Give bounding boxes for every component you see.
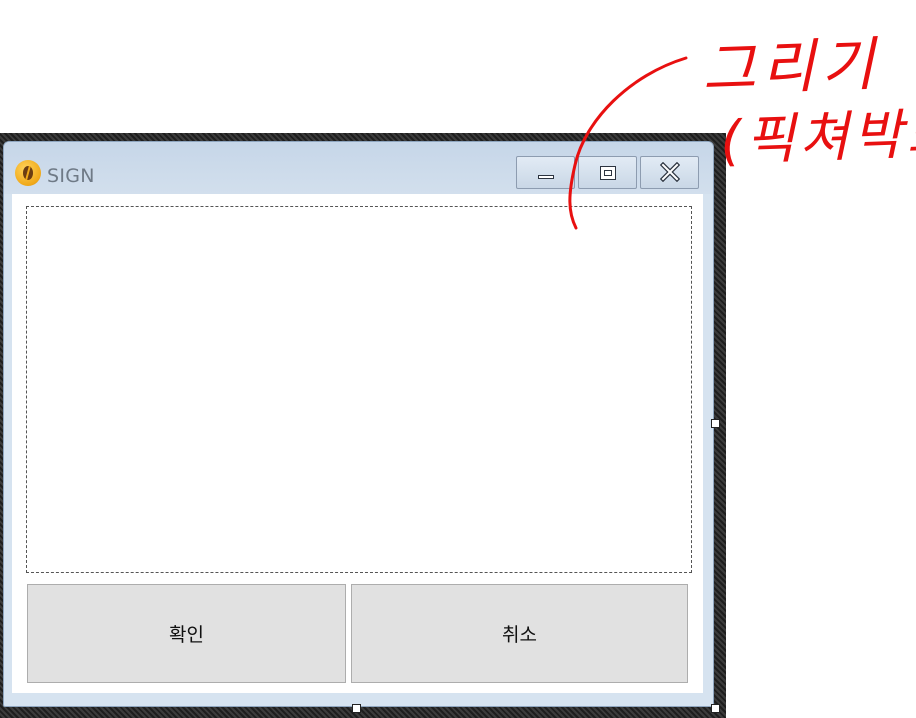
designer-canvas: SIGN 확인 취소 그리기 (픽쳐박스) [0,0,916,718]
annotation-label-picturebox: (픽쳐박스) [719,100,916,173]
